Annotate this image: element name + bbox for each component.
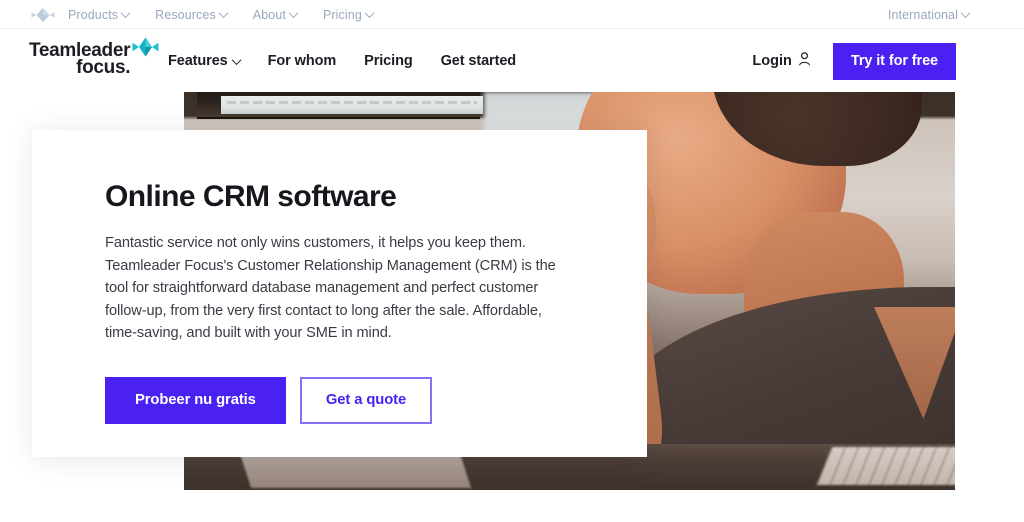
login-link[interactable]: Login [752,52,810,70]
chevron-down-icon [231,54,242,65]
utility-link-pricing[interactable]: Pricing [322,7,375,22]
utility-bar: Products Resources About Pricing Interna… [0,0,1024,29]
utility-link-products[interactable]: Products [68,7,131,22]
nav-item-pricing-label: Pricing [364,53,413,69]
brand-line-2: focus. [76,57,131,78]
user-icon [798,52,811,70]
utility-link-about-label: About [252,7,286,22]
utility-link-pricing-label: Pricing [322,7,362,22]
region-selector-label: International [887,7,958,22]
utility-link-resources[interactable]: Resources [155,7,229,22]
brand-logo[interactable]: Teamleader focus. [29,37,159,78]
nav-item-for-whom[interactable]: For whom [267,53,337,69]
nav-item-get-started[interactable]: Get started [440,53,517,69]
chevron-down-icon [364,8,375,19]
page-title: Online CRM software [105,180,397,213]
photo-monitor [197,92,483,119]
nav-item-features[interactable]: Features [168,53,242,69]
teamleader-diamond-icon[interactable] [31,7,55,23]
nav-item-pricing[interactable]: Pricing [364,53,413,69]
nav-item-for-whom-label: For whom [267,53,337,69]
nav-item-get-started-label: Get started [440,53,517,69]
brand-wordmark: Teamleader focus. [29,40,131,78]
chevron-down-icon [288,8,299,19]
hero-section: Online CRM software Fantastic service no… [0,92,1024,522]
utility-link-about[interactable]: About [252,7,299,22]
login-link-label: Login [752,53,792,69]
try-free-primary-button[interactable]: Probeer nu gratis [105,376,286,424]
photo-keyboard [816,447,955,485]
hero-content-card: Online CRM software Fantastic service no… [32,130,647,457]
main-header: Teamleader focus. Features For whom Pric… [0,30,1024,92]
header-actions: Login Try it for free [752,30,956,92]
photo-monitor-screen [221,96,483,114]
get-a-quote-button[interactable]: Get a quote [299,376,433,424]
hero-description: Fantastic service not only wins customer… [105,235,556,342]
region-selector[interactable]: International [887,7,971,22]
utility-nav: Products Resources About Pricing [68,0,375,29]
try-it-for-free-button[interactable]: Try it for free [832,42,956,80]
utility-link-resources-label: Resources [155,7,216,22]
chevron-down-icon [218,8,229,19]
chevron-down-icon [960,8,971,19]
nav-item-features-label: Features [168,53,228,69]
utility-bar-right: International [887,0,971,29]
chevron-down-icon [120,8,131,19]
main-nav: Features For whom Pricing Get started [168,30,516,92]
teamleader-diamond-icon [132,36,159,59]
hero-cta-group: Probeer nu gratis Get a quote [105,376,591,424]
utility-link-products-label: Products [68,7,119,22]
